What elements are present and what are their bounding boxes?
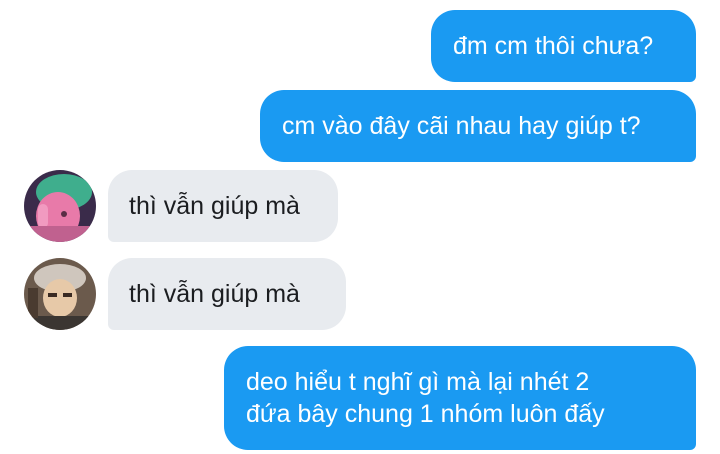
outgoing-message-bubble[interactable]: deo hiểu t nghĩ gì mà lại nhét 2 đứa bây… bbox=[224, 346, 696, 450]
outgoing-message-bubble[interactable]: đm cm thôi chưa? bbox=[431, 10, 696, 82]
avatar[interactable] bbox=[24, 170, 96, 242]
incoming-message-bubble[interactable]: thì vẫn giúp mà bbox=[108, 170, 338, 242]
outgoing-message-bubble[interactable]: cm vào đây cãi nhau hay giúp t? bbox=[260, 90, 696, 162]
incoming-message-bubble[interactable]: thì vẫn giúp mà bbox=[108, 258, 346, 330]
avatar-green-hair-image bbox=[24, 170, 96, 242]
avatar-beanie-image bbox=[24, 258, 96, 330]
avatar[interactable] bbox=[24, 258, 96, 330]
